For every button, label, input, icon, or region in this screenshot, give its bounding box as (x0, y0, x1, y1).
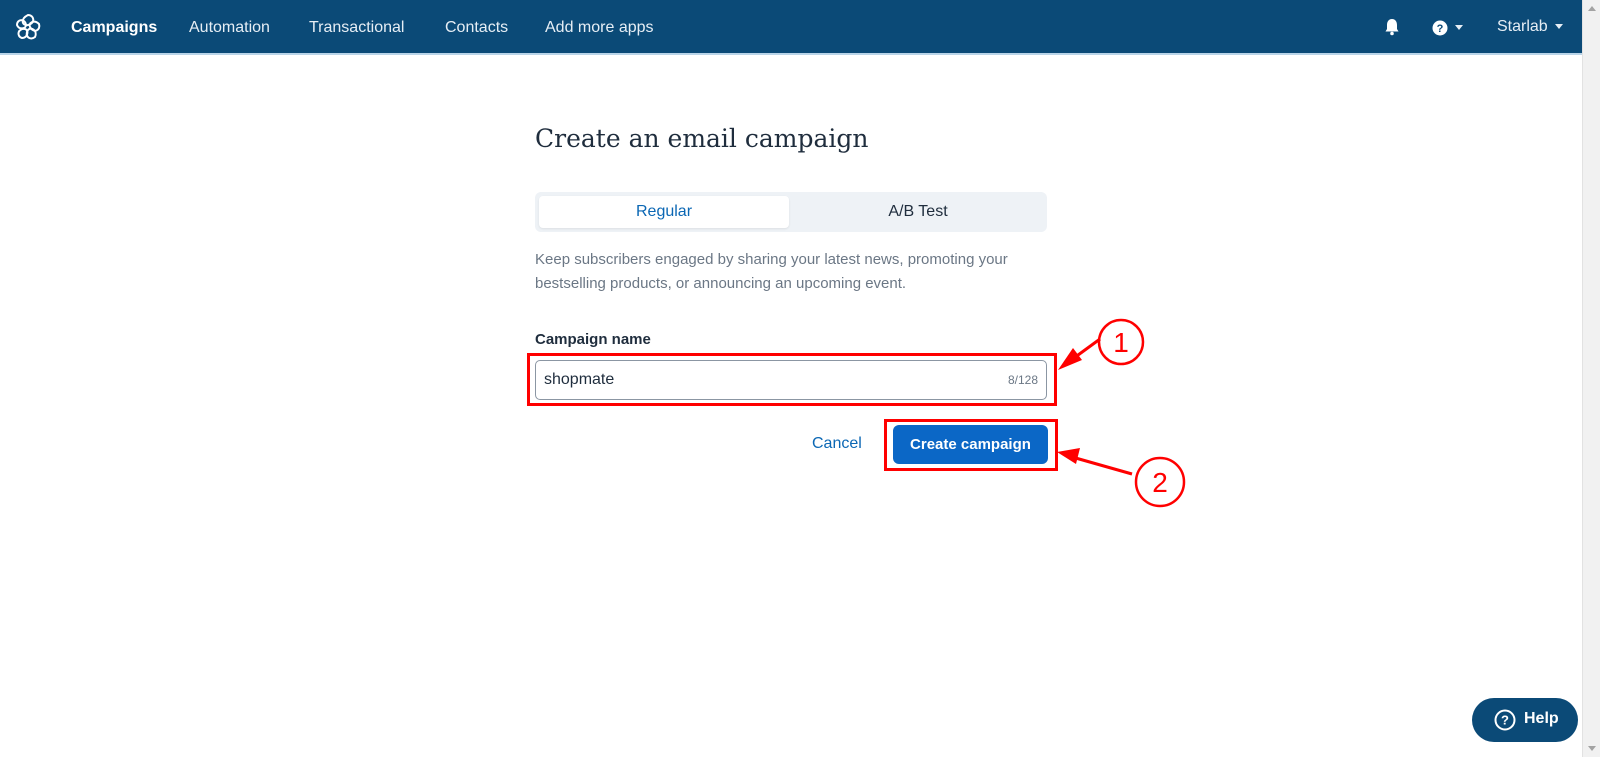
nav-campaigns[interactable]: Campaigns (71, 18, 157, 38)
account-menu[interactable]: Starlab (1497, 18, 1563, 36)
scroll-up-icon[interactable] (1588, 6, 1596, 11)
help-widget-button[interactable]: ? Help (1472, 698, 1578, 742)
sendinblue-logo-icon[interactable] (12, 11, 44, 43)
nav-contacts[interactable]: Contacts (445, 18, 508, 38)
bell-icon[interactable] (1384, 18, 1400, 36)
campaign-type-tabs: Regular A/B Test (535, 192, 1047, 232)
question-circle-icon: ? (1432, 20, 1448, 36)
cancel-button[interactable]: Cancel (812, 435, 862, 453)
question-circle-icon: ? (1494, 709, 1516, 731)
tab-regular[interactable]: Regular (539, 196, 789, 228)
nav-transactional[interactable]: Transactional (309, 18, 404, 38)
annotation-box-1 (527, 353, 1057, 406)
chevron-down-icon (1554, 24, 1563, 30)
chevron-down-icon (1455, 25, 1463, 31)
annotation-arrowhead-1 (1058, 348, 1082, 370)
vertical-scrollbar[interactable] (1582, 0, 1600, 757)
svg-text:?: ? (1437, 23, 1444, 35)
annotation-number-2: 2 (1152, 467, 1168, 498)
help-widget-label: Help (1524, 710, 1559, 727)
annotation-box-2 (884, 419, 1058, 471)
page: Campaigns Automation Transactional Conta… (0, 0, 1600, 757)
campaign-description: Keep subscribers engaged by sharing your… (535, 251, 1008, 292)
help-menu[interactable]: ? (1432, 19, 1463, 37)
annotation-circle-1 (1097, 318, 1145, 366)
scroll-down-icon[interactable] (1588, 746, 1596, 751)
annotation-arrowhead-2 (1057, 448, 1080, 464)
annotation-arrow-1 (1062, 337, 1101, 368)
annotation-arrow-2 (1064, 453, 1133, 476)
account-name: Starlab (1497, 18, 1548, 35)
nav-add-more-apps[interactable]: Add more apps (545, 18, 654, 38)
nav-automation[interactable]: Automation (189, 18, 270, 38)
tab-ab-test[interactable]: A/B Test (793, 196, 1043, 228)
annotation-number-1: 1 (1113, 327, 1129, 358)
svg-text:?: ? (1501, 713, 1509, 728)
top-navbar: Campaigns Automation Transactional Conta… (0, 0, 1582, 55)
annotation-circle-2 (1134, 456, 1186, 508)
page-title: Create an email campaign (535, 124, 869, 153)
campaign-name-label: Campaign name (535, 331, 651, 348)
